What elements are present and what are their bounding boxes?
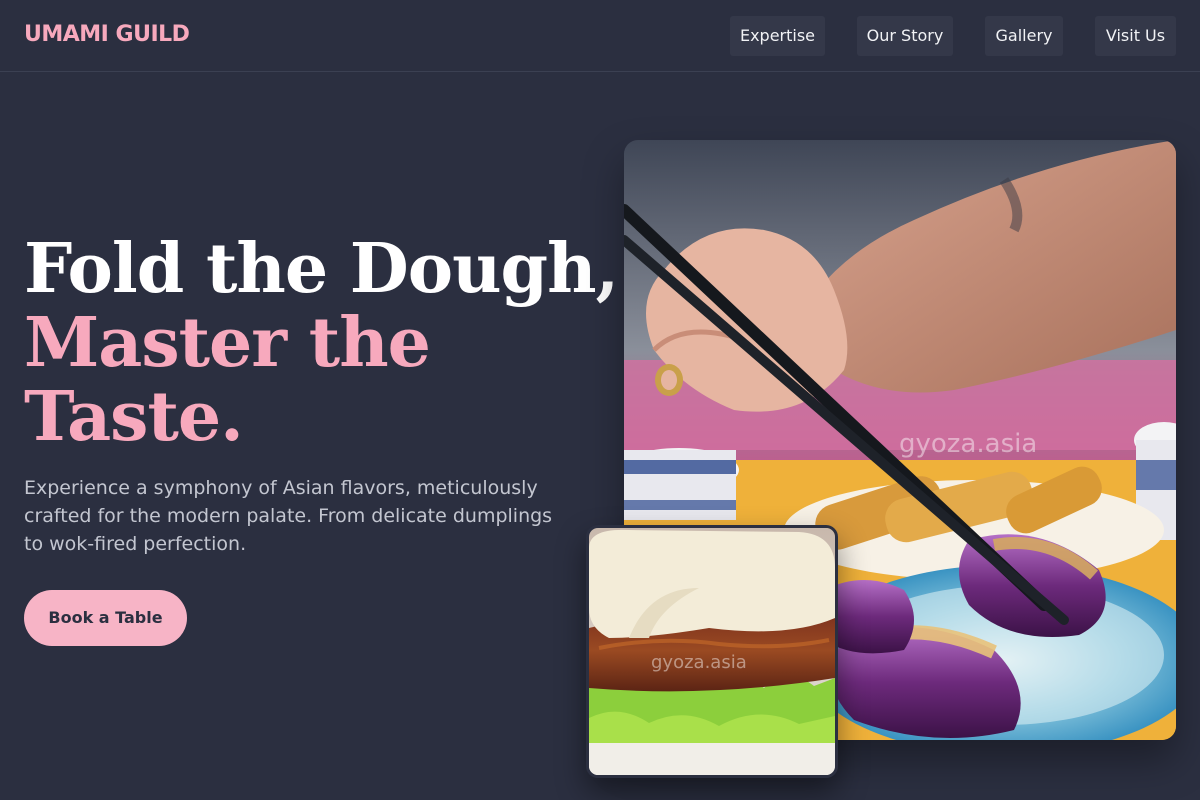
nav-item-expertise[interactable]: Expertise xyxy=(730,16,825,56)
main-photo-watermark: gyoza.asia xyxy=(899,429,1037,459)
nav-item-our-story[interactable]: Our Story xyxy=(857,16,953,56)
nav-item-visit-us[interactable]: Visit Us xyxy=(1095,16,1176,56)
bao-burger-image: gyoza.asia xyxy=(589,528,835,775)
book-table-button[interactable]: Book a Table xyxy=(24,590,187,646)
brand-logo[interactable]: UMAMI GUILD xyxy=(24,22,190,47)
hero-headline-line1: Fold the Dough, xyxy=(24,229,619,309)
hero-secondary-photo: gyoza.asia xyxy=(586,525,838,778)
hero-description: Experience a symphony of Asian flavors, … xyxy=(24,477,553,555)
hero-headline: Fold the Dough, Master the Taste. xyxy=(24,229,619,457)
secondary-photo-watermark: gyoza.asia xyxy=(651,652,747,673)
hero-headline-accent: Master the Taste. xyxy=(24,303,431,457)
site-header: UMAMI GUILD Expertise Our Story Gallery … xyxy=(0,0,1200,72)
nav-item-gallery[interactable]: Gallery xyxy=(985,16,1063,56)
